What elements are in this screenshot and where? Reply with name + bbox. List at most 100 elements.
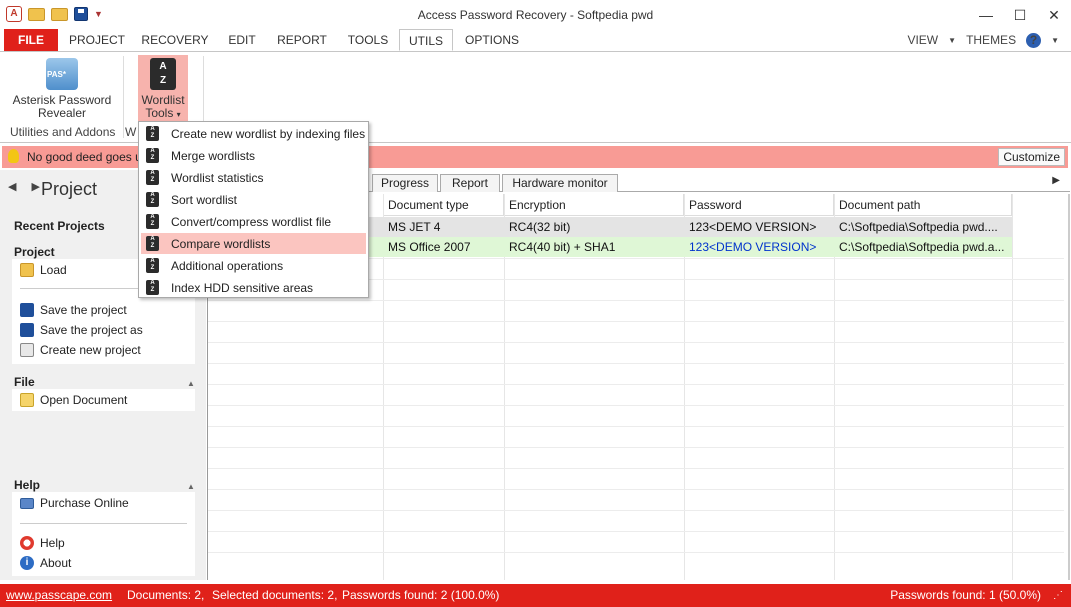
- save-project-item[interactable]: Save the project: [20, 301, 127, 319]
- wordlist-tools-button[interactable]: AZ Wordlist Tools ▾: [138, 55, 188, 123]
- save-project-as-label: Save the project as: [40, 323, 143, 337]
- column-header-document-path[interactable]: Document path: [835, 194, 1012, 216]
- cell-document-type: MS JET 4: [388, 220, 441, 234]
- ribbon-group-label-2: W: [125, 125, 137, 139]
- grid-line: [208, 384, 1064, 385]
- tab-tools[interactable]: TOOLS: [344, 29, 392, 51]
- asterisk-password-revealer-button[interactable]: Asterisk Password Revealer: [10, 58, 114, 120]
- create-project-item[interactable]: Create new project: [20, 341, 141, 359]
- folder-icon: [20, 263, 34, 277]
- tab-utils[interactable]: UTILS: [399, 29, 453, 51]
- save-project-label: Save the project: [40, 303, 127, 317]
- cell-document-path: C:\Softpedia\Softpedia pwd.a...: [839, 240, 1005, 254]
- view-caret-icon[interactable]: ▼: [948, 36, 956, 45]
- wordlist-icon: AZ: [146, 280, 159, 295]
- menu-item-convert-compress[interactable]: AZ Convert/compress wordlist file: [141, 211, 366, 232]
- file-actions: Open Document: [12, 389, 195, 411]
- column-header-document-type[interactable]: Document type: [384, 194, 504, 216]
- save-as-disk-icon: [20, 323, 34, 337]
- documents-count: Documents: 2,: [127, 588, 205, 602]
- tab-options[interactable]: OPTIONS: [462, 29, 522, 51]
- grid-line: [208, 300, 1064, 301]
- tab-report-view[interactable]: Report: [440, 174, 500, 192]
- wordlist-icon: AZ: [146, 148, 159, 163]
- customize-button[interactable]: Customize: [998, 148, 1065, 166]
- tab-recovery[interactable]: RECOVERY: [140, 29, 210, 51]
- recent-projects-heading[interactable]: Recent Projects: [14, 219, 105, 233]
- maximize-button[interactable]: ☐: [1003, 0, 1037, 30]
- menu-item-sort-wordlist[interactable]: AZ Sort wordlist: [141, 189, 366, 210]
- save-disk-icon: [20, 303, 34, 317]
- menu-item-merge-wordlists[interactable]: AZ Merge wordlists: [141, 145, 366, 166]
- title-bar: A ▼ Access Password Recovery - Softpedia…: [0, 0, 1071, 30]
- load-item[interactable]: Load: [20, 261, 67, 279]
- cell-encryption: RC4(32 bit): [509, 220, 571, 234]
- panel-title: Project: [41, 179, 98, 199]
- vertical-scrollbar[interactable]: [1068, 194, 1070, 580]
- wordlist-tools-menu: AZ Create new wordlist by indexing files…: [138, 121, 369, 298]
- scroll-tabs-right-icon[interactable]: ▶: [1052, 175, 1060, 186]
- cell-document-type: MS Office 2007: [388, 240, 471, 254]
- open-document-item[interactable]: Open Document: [20, 391, 127, 409]
- status-bar: www.passcape.com Documents: 2, Selected …: [0, 584, 1071, 607]
- password-revealer-icon: [46, 58, 78, 90]
- grid-line: [208, 447, 1064, 448]
- wordlist-icon: AZ: [146, 236, 159, 251]
- collapse-help-icon[interactable]: ▲: [187, 482, 195, 491]
- close-button[interactable]: ✕: [1037, 0, 1071, 30]
- tab-report[interactable]: REPORT: [274, 29, 330, 51]
- collapse-file-icon[interactable]: ▲: [187, 379, 195, 388]
- menu-item-additional-operations[interactable]: AZ Additional operations: [141, 255, 366, 276]
- save-project-as-item[interactable]: Save the project as: [20, 321, 143, 339]
- cell-password: 123<DEMO VERSION>: [689, 220, 817, 234]
- document-icon: [20, 393, 34, 407]
- menu-item-label: Merge wordlists: [171, 148, 256, 163]
- help-icon[interactable]: ?: [1026, 32, 1042, 48]
- menu-item-label: Compare wordlists: [171, 236, 271, 251]
- menu-item-wordlist-statistics[interactable]: AZ Wordlist statistics: [141, 167, 366, 188]
- wordlist-icon: AZ: [146, 214, 159, 229]
- column-header-encryption[interactable]: Encryption: [505, 194, 684, 216]
- wordlist-icon: AZ: [146, 126, 159, 141]
- grid-line: [208, 531, 1064, 532]
- menu-item-index-hdd[interactable]: AZ Index HDD sensitive areas: [141, 277, 366, 298]
- column-header-password[interactable]: Password: [685, 194, 834, 216]
- purchase-online-item[interactable]: Purchase Online: [20, 494, 129, 512]
- menu-item-label: Additional operations: [171, 258, 284, 273]
- themes-menu[interactable]: THEMES: [966, 33, 1016, 47]
- help-label: Help: [40, 536, 65, 550]
- tab-hardware-monitor[interactable]: Hardware monitor: [502, 174, 618, 192]
- about-label: About: [40, 556, 72, 570]
- menu-item-label: Create new wordlist by indexing files: [171, 126, 366, 141]
- menu-item-compare-wordlists[interactable]: AZ Compare wordlists: [141, 233, 366, 254]
- wordlist-icon: AZ: [146, 192, 159, 207]
- tab-progress[interactable]: Progress: [372, 174, 438, 192]
- info-icon: i: [20, 556, 34, 570]
- notice-text: No good deed goes u: [27, 150, 142, 164]
- menu-item-label: Sort wordlist: [171, 192, 238, 207]
- lightbulb-icon: [8, 149, 19, 163]
- grid-line: [208, 342, 1064, 343]
- passwords-found-selected: Passwords found: 1 (50.0%): [890, 588, 1041, 602]
- wordlist-icon: AZ: [146, 258, 159, 273]
- view-menu[interactable]: VIEW: [907, 33, 938, 47]
- tab-project[interactable]: PROJECT: [68, 29, 126, 51]
- minimize-button[interactable]: —: [969, 0, 1003, 30]
- lifebuoy-icon: [20, 536, 34, 550]
- menu-item-create-wordlist[interactable]: AZ Create new wordlist by indexing files: [141, 123, 366, 144]
- wordlist-az-icon: AZ: [150, 58, 176, 90]
- website-link[interactable]: www.passcape.com: [6, 588, 112, 602]
- resize-grip-icon[interactable]: ⋰: [1053, 590, 1063, 601]
- menu-item-label: Convert/compress wordlist file: [171, 214, 332, 229]
- wordlist-caret-icon: ▾: [176, 110, 181, 119]
- tab-file[interactable]: FILE: [4, 29, 58, 51]
- window-title: Access Password Recovery - Softpedia pwd: [417, 8, 654, 22]
- grid-line: [208, 426, 1064, 427]
- tab-edit[interactable]: EDIT: [224, 29, 260, 51]
- about-item[interactable]: i About: [20, 554, 71, 572]
- help-item[interactable]: Help: [20, 534, 65, 552]
- ribbon-separator: [123, 56, 124, 138]
- help-caret-icon[interactable]: ▼: [1051, 36, 1059, 45]
- grid-line: [208, 489, 1064, 490]
- grid-line: [208, 510, 1064, 511]
